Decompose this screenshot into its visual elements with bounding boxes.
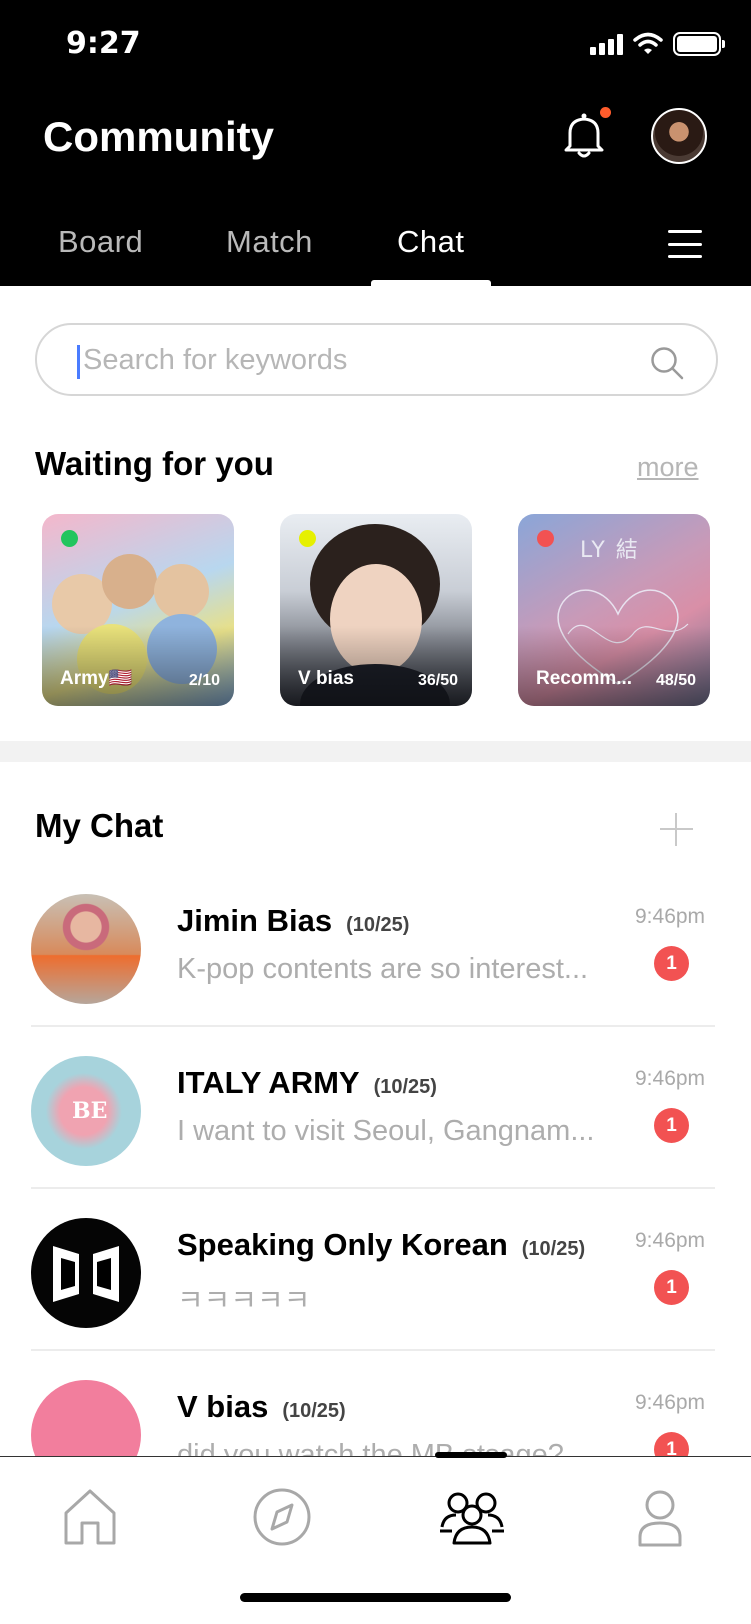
search-icon[interactable] <box>649 345 685 381</box>
more-link[interactable]: more <box>637 452 699 483</box>
tab-indicator <box>371 280 491 286</box>
status-dot <box>537 530 554 547</box>
avatar <box>31 1218 141 1328</box>
chat-time: 9:46pm <box>635 1067 706 1090</box>
unread-badge: 1 <box>654 1270 689 1305</box>
album-logo: LY 結 <box>580 538 640 563</box>
chat-member-count: (10/25) <box>521 1238 586 1260</box>
avatar[interactable] <box>651 108 707 164</box>
profile-icon[interactable] <box>628 1485 692 1549</box>
app-header: 9:27 Community Board Match Chat <box>0 0 751 286</box>
chat-preview: K-pop contents are so interest... <box>177 953 589 985</box>
chat-time: 9:46pm <box>635 905 706 928</box>
bottom-nav <box>0 1452 751 1624</box>
search-bar <box>35 323 718 396</box>
chat-name: Speaking Only Korean (10/25) <box>177 1227 586 1262</box>
status-dot <box>61 530 78 547</box>
wifi-icon <box>633 32 663 54</box>
chat-row[interactable]: BE ITALY ARMY (10/25) I want to visit Seo… <box>31 1027 715 1189</box>
chat-member-count: (10/25) <box>346 914 410 936</box>
compass-icon[interactable] <box>250 1485 314 1549</box>
album-text: BE <box>72 1098 108 1124</box>
room-name: V bias <box>298 668 354 689</box>
chat-row[interactable]: Jimin Bias (10/25) K-pop contents are so … <box>31 865 715 1027</box>
chat-member-count: (10/25) <box>282 1400 346 1422</box>
waiting-section-title: Waiting for you <box>35 445 274 482</box>
add-chat-button[interactable] <box>660 813 693 846</box>
chat-preview: I want to visit Seoul, Gangnam... <box>177 1115 595 1147</box>
band-logo-icon <box>53 1246 119 1302</box>
tab-board[interactable]: Board <box>58 224 143 260</box>
home-icon[interactable] <box>58 1485 122 1549</box>
chat-name: Jimin Bias (10/25) <box>177 903 410 938</box>
community-icon[interactable] <box>438 1485 506 1549</box>
chat-time: 9:46pm <box>635 1391 706 1414</box>
tab-chat[interactable]: Chat <box>397 224 464 260</box>
room-name: Recomm... <box>536 668 633 689</box>
home-indicator <box>240 1593 511 1602</box>
search-input[interactable] <box>83 337 643 383</box>
room-count: 36/50 <box>417 672 458 689</box>
page-title: Community <box>43 113 274 160</box>
chat-name: ITALY ARMY (10/25) <box>177 1065 437 1100</box>
chat-member-count: (10/25) <box>373 1076 437 1098</box>
my-chat-title: My Chat <box>35 807 164 844</box>
chat-name: V bias (10/25) <box>177 1389 346 1424</box>
avatar <box>31 894 141 1004</box>
avatar: BE <box>31 1056 141 1166</box>
chat-row[interactable]: Speaking Only Korean (10/25) ㅋㅋㅋㅋㅋ 9:46pm… <box>31 1189 715 1351</box>
status-icons <box>590 30 725 58</box>
room-count: 2/10 <box>188 672 220 689</box>
unread-badge: 1 <box>654 946 689 981</box>
chat-time: 9:46pm <box>635 1229 706 1252</box>
bell-icon[interactable] <box>562 112 606 160</box>
nav-active-indicator <box>435 1452 507 1458</box>
text-caret <box>77 345 80 379</box>
room-name: Army🇺🇸 <box>60 668 133 689</box>
room-card-army[interactable]: Army🇺🇸 2/10 <box>42 514 234 706</box>
tab-match[interactable]: Match <box>226 224 313 260</box>
menu-icon[interactable] <box>668 230 702 258</box>
chat-preview: ㅋㅋㅋㅋㅋ <box>177 1285 311 1317</box>
battery-icon <box>673 32 725 56</box>
status-dot <box>299 530 316 547</box>
section-divider <box>0 741 751 762</box>
room-card-v-bias[interactable]: V bias 36/50 <box>280 514 472 706</box>
tab-bar: Board Match Chat <box>0 218 751 286</box>
room-count: 48/50 <box>655 672 696 689</box>
room-card-recommended[interactable]: LY 結 Recomm... 48/50 <box>518 514 710 706</box>
notification-dot <box>600 107 611 118</box>
status-time: 9:27 <box>66 26 141 61</box>
signal-icon <box>590 33 623 55</box>
unread-badge: 1 <box>654 1108 689 1143</box>
